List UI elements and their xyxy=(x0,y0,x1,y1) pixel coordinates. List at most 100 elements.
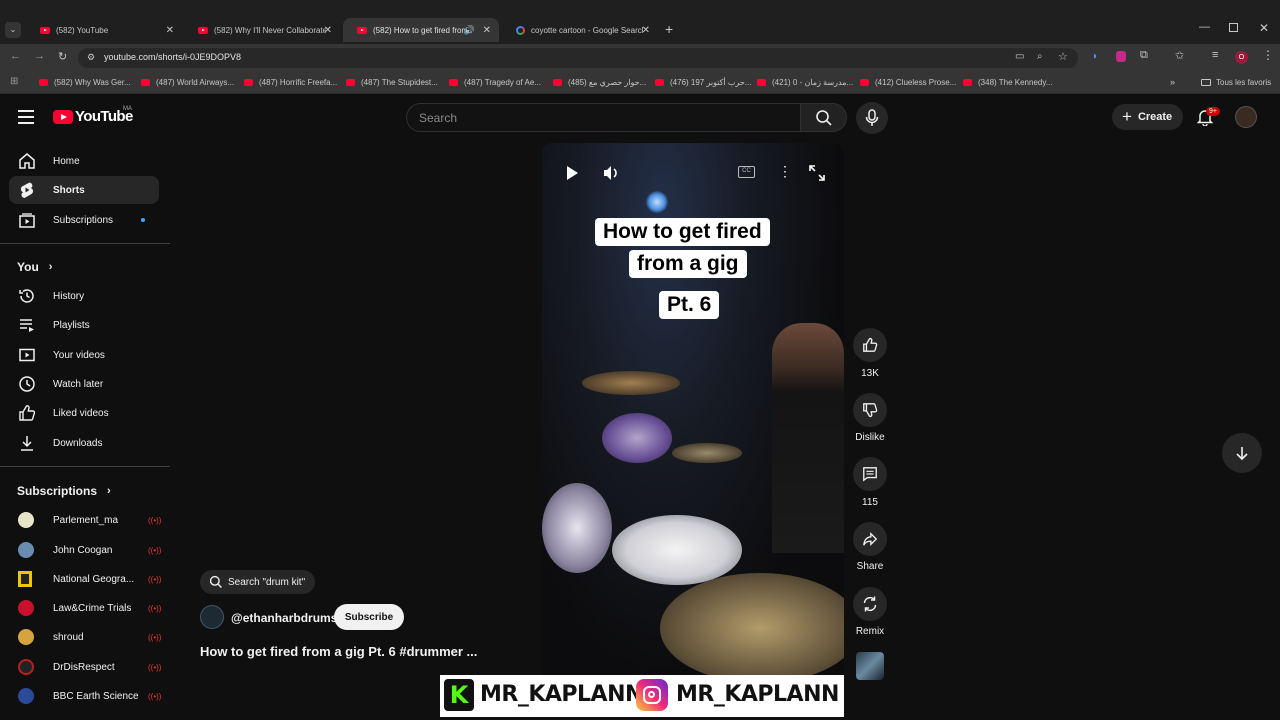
minimize-icon[interactable]: — xyxy=(1199,21,1210,33)
bookmark-item[interactable]: (348) The Kennedy... xyxy=(963,78,1052,87)
browser-tab[interactable]: coyotte cartoon - Google Search ✕ xyxy=(502,18,658,42)
sound-thumbnail[interactable] xyxy=(856,652,884,680)
voice-search-button[interactable] xyxy=(856,102,888,134)
sidebar-subscription[interactable]: Parlement_ma ((•)) xyxy=(9,506,161,534)
sidebar-subscription[interactable]: shroud ((•)) xyxy=(9,623,161,651)
like-count: 13K xyxy=(861,368,879,379)
browser-tab[interactable]: (582) YouTube ✕ xyxy=(26,18,182,42)
sidebar-item-watch-later[interactable]: Watch later xyxy=(9,370,159,398)
instagram-handle: MR_KAPLANN xyxy=(676,682,839,707)
sidebar-item-shorts[interactable]: Shorts xyxy=(9,176,159,204)
all-bookmarks-folder[interactable]: Tous les favoris xyxy=(1201,78,1271,87)
more-options-icon[interactable]: ⋮ xyxy=(778,163,792,180)
comments-button[interactable] xyxy=(853,457,887,491)
sidebar-subscription[interactable]: John Coogan ((•)) xyxy=(9,536,162,564)
omnibox[interactable]: ⚙ youtube.com/shorts/i-0JE9DOPV8 ▭ ⌕ ☆ xyxy=(78,48,1078,68)
search-suggestion-chip[interactable]: Search "drum kit" xyxy=(200,570,316,594)
instagram-logo-icon xyxy=(636,679,668,711)
remix-button[interactable] xyxy=(853,587,887,621)
site-info-icon[interactable]: ⚙ xyxy=(87,52,95,63)
tab-label: (582) YouTube xyxy=(56,25,109,35)
search-button[interactable] xyxy=(800,103,847,132)
channel-avatar[interactable] xyxy=(200,605,224,629)
play-icon[interactable] xyxy=(564,165,580,181)
tab-search-dropdown-icon[interactable]: ⌄ xyxy=(5,22,21,38)
browser-tab-bar: ⌄ (582) YouTube ✕ (582) Why I'll Never C… xyxy=(0,0,1280,44)
bookmark-item[interactable]: (421) مدرسة زمان - 0... xyxy=(757,78,853,87)
browser-menu-icon[interactable]: ⋮ xyxy=(1262,48,1274,62)
browser-tab-active[interactable]: (582) How to get fired from 🔊 ✕ xyxy=(343,18,499,42)
next-short-button[interactable] xyxy=(1222,433,1262,473)
reload-icon[interactable]: ↻ xyxy=(58,50,67,63)
you-section-heading[interactable]: You › xyxy=(17,260,52,274)
close-window-icon[interactable]: ✕ xyxy=(1259,21,1269,35)
sidebar-subscription[interactable]: National Geogra... ((•)) xyxy=(9,565,161,593)
sidebar-subscription[interactable]: Law&Crime Trials ((•)) xyxy=(9,594,161,622)
sidebar-item-home[interactable]: Home xyxy=(9,147,159,175)
sidebar-item-your-videos[interactable]: Your videos xyxy=(9,341,159,369)
search-input[interactable]: Search xyxy=(406,103,801,132)
bookmark-item[interactable]: (412) Clueless Prose... xyxy=(860,78,956,87)
volume-icon[interactable] xyxy=(602,164,620,182)
bookmark-item[interactable]: (487) Tragedy of Ae... xyxy=(449,78,541,87)
account-avatar[interactable] xyxy=(1235,106,1257,128)
hamburger-menu-icon[interactable] xyxy=(18,110,34,124)
bookmark-item[interactable]: (487) Horrific Freefa... xyxy=(244,78,337,87)
subscribe-button[interactable]: Subscribe xyxy=(334,604,404,630)
youtube-logo[interactable]: YouTube xyxy=(53,108,133,125)
sidebar-item-subscriptions[interactable]: Subscriptions xyxy=(9,206,159,234)
kick-handle: MR_KAPLANN xyxy=(480,682,643,707)
video-caption-line-2: from a gig xyxy=(629,250,747,278)
share-label: Share xyxy=(856,561,884,572)
create-button[interactable]: + Create xyxy=(1112,104,1183,130)
close-tab-icon[interactable]: ✕ xyxy=(324,25,332,36)
live-icon: ((•)) xyxy=(148,545,162,555)
new-tab-icon[interactable]: + xyxy=(665,21,673,37)
profile-avatar[interactable]: O xyxy=(1235,51,1248,64)
subscriptions-section-heading[interactable]: Subscriptions › xyxy=(17,484,111,498)
video-caption-line-1: How to get fired xyxy=(595,218,770,246)
bookmark-item[interactable]: (485) حوار حصري مع... xyxy=(553,78,646,87)
install-app-icon[interactable]: ▭ xyxy=(1015,51,1024,62)
dislike-button[interactable] xyxy=(853,393,887,427)
like-button[interactable] xyxy=(853,328,887,362)
url-text[interactable]: youtube.com/shorts/i-0JE9DOPV8 xyxy=(104,52,241,62)
fullscreen-icon[interactable] xyxy=(809,165,825,181)
shield-extension-icon[interactable] xyxy=(1116,51,1126,62)
sidebar-item-downloads[interactable]: Downloads xyxy=(9,429,159,457)
youtube-favicon-icon xyxy=(244,79,253,86)
short-title[interactable]: How to get fired from a gig Pt. 6 #drumm… xyxy=(200,644,477,659)
close-tab-icon[interactable]: ✕ xyxy=(166,25,174,36)
bookmark-item[interactable]: (487) The Stupidest... xyxy=(346,78,438,87)
bookmark-item[interactable]: (487) World Airways... xyxy=(141,78,234,87)
sidebar-subscription[interactable]: DrDisRespect ((•)) xyxy=(9,653,161,681)
bookmark-item[interactable]: (582) Why Was Ger... xyxy=(39,78,131,87)
close-tab-icon[interactable]: ✕ xyxy=(483,25,491,36)
search-icon xyxy=(816,110,832,126)
extension-icon[interactable]: ◗ xyxy=(1092,51,1098,62)
more-bookmarks-icon[interactable]: » xyxy=(1170,77,1175,87)
sidebar-item-playlists[interactable]: Playlists xyxy=(9,311,159,339)
tab-label: coyotte cartoon - Google Search xyxy=(531,25,643,35)
share-button[interactable] xyxy=(853,522,887,556)
bookmark-item[interactable]: (476) حرب أكتوبر 197... xyxy=(655,78,752,87)
extensions-puzzle-icon[interactable]: ⧉ xyxy=(1140,49,1148,62)
youtube-favicon-icon xyxy=(553,79,562,86)
shorts-video-player[interactable]: How to get fired from a gig Pt. 6 CC ⋮ xyxy=(542,143,844,683)
audio-playing-icon[interactable]: 🔊 xyxy=(464,25,475,36)
media-control-icon[interactable]: ≡ xyxy=(1212,49,1218,61)
forward-icon[interactable]: → xyxy=(34,50,45,62)
bookmark-star-icon[interactable]: ☆ xyxy=(1058,50,1068,63)
favorites-icon[interactable]: ✩ xyxy=(1175,49,1184,62)
maximize-icon[interactable] xyxy=(1229,23,1238,32)
channel-name[interactable]: @ethanharbdrums xyxy=(231,611,337,625)
close-tab-icon[interactable]: ✕ xyxy=(642,25,650,36)
back-icon[interactable]: ← xyxy=(10,50,21,62)
apps-grid-icon[interactable]: ⊞ xyxy=(10,76,18,87)
browser-tab[interactable]: (582) Why I'll Never Collaborate ✕ xyxy=(184,18,340,42)
captions-icon[interactable]: CC xyxy=(738,166,755,178)
sidebar-subscription[interactable]: BBC Earth Science ((•)) xyxy=(9,682,161,710)
zoom-icon[interactable]: ⌕ xyxy=(1037,51,1043,62)
sidebar-item-history[interactable]: History xyxy=(9,282,159,310)
sidebar-item-liked-videos[interactable]: Liked videos xyxy=(9,399,159,427)
